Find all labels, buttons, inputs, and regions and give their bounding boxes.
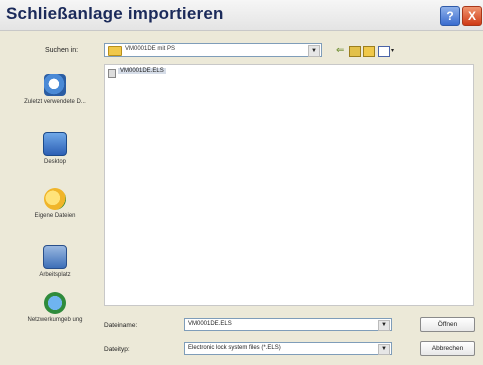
look-in-label: Suchen in: bbox=[45, 47, 79, 54]
open-button[interactable]: Öffnen bbox=[420, 317, 475, 332]
place-label: Desktop bbox=[43, 159, 66, 165]
window-title: Schließanlage importieren bbox=[6, 4, 224, 23]
views-menu-icon[interactable] bbox=[378, 46, 390, 57]
filetype-label: Dateityp: bbox=[104, 346, 130, 353]
place-label: Arbeitsplatz bbox=[39, 272, 71, 278]
title-bar[interactable]: Schließanlage importieren ? X bbox=[0, 0, 483, 31]
chevron-down-icon[interactable]: ▼ bbox=[308, 45, 320, 57]
open-file-dialog: Schließanlage importieren ? X Suchen in:… bbox=[0, 0, 483, 365]
place-my-documents[interactable]: Eigene Dateien bbox=[12, 188, 98, 220]
file-list[interactable]: VM0001DE.ELS bbox=[104, 64, 474, 306]
my-documents-icon bbox=[44, 188, 66, 210]
filename-label: Dateiname: bbox=[104, 322, 138, 329]
filename-value: VM0001DE.ELS bbox=[188, 321, 232, 327]
recent-documents-icon bbox=[44, 74, 66, 96]
places-bar: Zuletzt verwendete D... Desktop Eigene D… bbox=[12, 62, 98, 360]
place-my-computer[interactable]: Arbeitsplatz bbox=[12, 245, 98, 279]
chevron-down-icon[interactable]: ▼ bbox=[378, 320, 390, 331]
place-recent[interactable]: Zuletzt verwendete D... bbox=[12, 74, 98, 106]
cancel-button[interactable]: Abbrechen bbox=[420, 341, 475, 356]
place-label: Zuletzt verwendete D... bbox=[24, 99, 86, 105]
look-in-value: VM0001DE mit PS bbox=[125, 46, 176, 52]
filetype-select[interactable]: Electronic lock system files (*.ELS) ▼ bbox=[184, 342, 392, 355]
chevron-down-icon[interactable]: ▼ bbox=[378, 344, 390, 355]
close-button[interactable]: X bbox=[462, 6, 482, 26]
place-network[interactable]: Netzwerkumgeb ung bbox=[12, 292, 98, 324]
filetype-value: Electronic lock system files (*.ELS) bbox=[188, 345, 281, 351]
views-dropdown-icon[interactable]: ▾ bbox=[391, 47, 394, 54]
help-button[interactable]: ? bbox=[440, 6, 460, 26]
my-computer-icon bbox=[43, 245, 67, 269]
back-arrow-icon[interactable]: ⇐ bbox=[336, 46, 344, 56]
place-label: Netzwerkumgeb ung bbox=[27, 317, 83, 323]
new-folder-icon[interactable] bbox=[363, 46, 375, 57]
place-label: Eigene Dateien bbox=[34, 213, 76, 219]
folder-icon bbox=[108, 46, 122, 56]
look-in-dropdown[interactable]: VM0001DE mit PS ▼ bbox=[104, 43, 322, 57]
filename-input[interactable]: VM0001DE.ELS ▼ bbox=[184, 318, 392, 331]
file-name: VM0001DE.ELS bbox=[118, 68, 166, 74]
desktop-icon bbox=[43, 132, 67, 156]
network-icon bbox=[44, 292, 66, 314]
up-folder-icon[interactable] bbox=[349, 46, 361, 57]
file-icon bbox=[108, 69, 116, 78]
place-desktop[interactable]: Desktop bbox=[12, 132, 98, 166]
